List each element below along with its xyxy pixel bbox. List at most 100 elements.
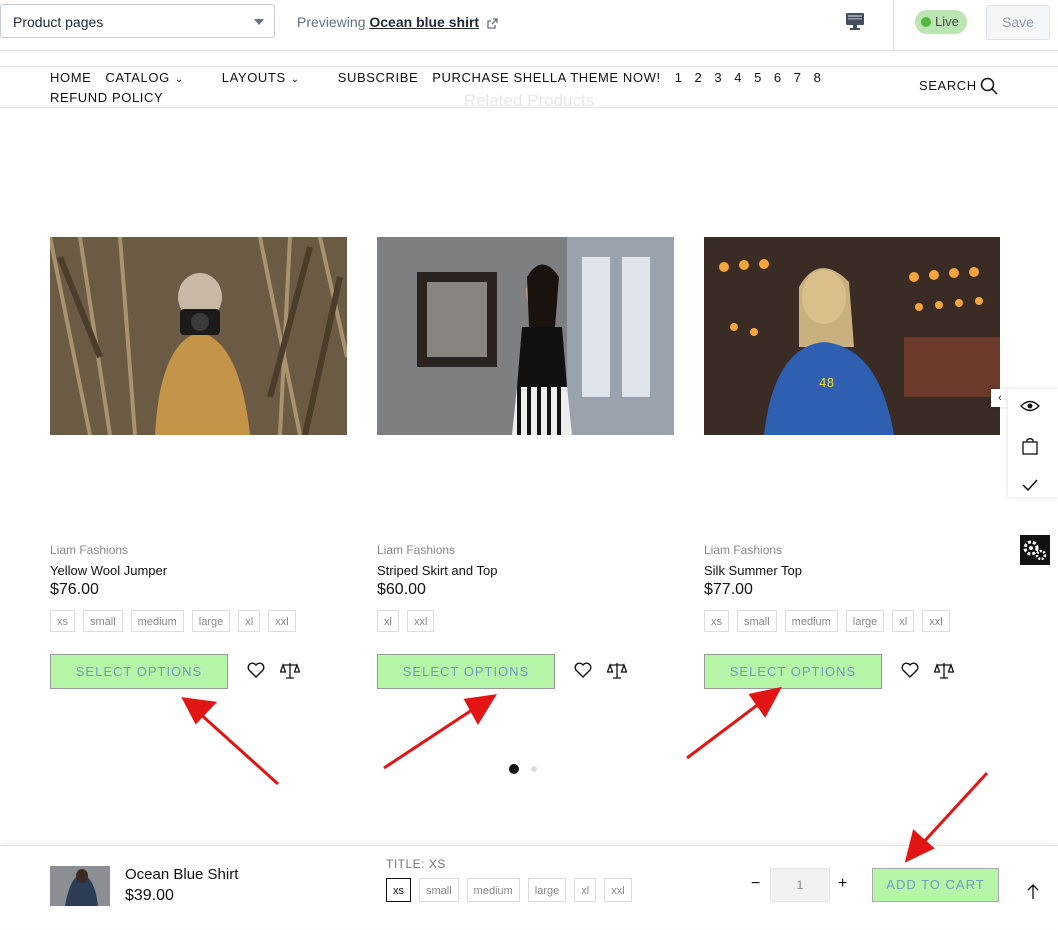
select-options-button[interactable]: SELECT OPTIONS <box>50 654 228 689</box>
size-option[interactable]: medium <box>784 610 838 632</box>
nav-item-catalog[interactable]: CATALOG ⌄ <box>105 70 197 85</box>
nav-item-8[interactable]: 8 <box>814 70 822 85</box>
check-icon[interactable] <box>1022 479 1038 491</box>
compare-icon[interactable] <box>934 662 954 679</box>
product-card: Liam Fashions Yellow Wool Jumper $76.00 … <box>50 237 347 689</box>
page-type-value: Product pages <box>13 14 104 30</box>
page-type-select[interactable]: Product pages <box>0 4 275 38</box>
size-option[interactable]: xl <box>377 610 399 632</box>
size-option[interactable]: small <box>83 610 123 632</box>
product-title[interactable]: Yellow Wool Jumper <box>50 563 167 578</box>
heart-icon[interactable] <box>574 662 592 678</box>
size-option[interactable]: xl <box>892 610 915 632</box>
side-toolbar <box>1008 389 1058 497</box>
nav-item-catalog-label: CATALOG <box>105 70 170 85</box>
nav-item-6[interactable]: 6 <box>774 70 782 85</box>
quantity-input[interactable]: 1 <box>770 868 830 902</box>
carousel-dot[interactable] <box>531 766 537 772</box>
chevron-down-icon: ⌄ <box>290 74 300 85</box>
save-button[interactable]: Save <box>986 5 1050 40</box>
product-photo-field <box>50 237 347 435</box>
nav-item-5[interactable]: 5 <box>754 70 762 85</box>
product-vendor: Liam Fashions <box>704 543 783 557</box>
product-image[interactable] <box>50 237 347 435</box>
arrow-up-icon[interactable] <box>1026 884 1040 900</box>
desktop-icon[interactable] <box>845 12 865 30</box>
product-title[interactable]: Striped Skirt and Top <box>377 563 497 578</box>
size-options: xl xxl <box>377 610 442 632</box>
live-dot-icon <box>921 17 931 27</box>
nav-item-layouts-label: LAYOUTS <box>221 70 286 85</box>
nav-item-refund-policy[interactable]: REFUND POLICY <box>50 90 163 105</box>
size-option[interactable]: xxl <box>406 610 435 632</box>
nav-item-subscribe[interactable]: SUBSCRIBE <box>338 70 419 85</box>
live-status-badge: Live <box>915 10 967 34</box>
product-photo-street <box>377 237 674 435</box>
size-option-selected[interactable]: xs <box>386 878 411 902</box>
nav-item-purchase[interactable]: PURCHASE SHELLA THEME NOW! <box>432 70 660 85</box>
nav-item-home[interactable]: HOME <box>50 70 91 85</box>
product-vendor: Liam Fashions <box>50 543 129 557</box>
chevron-down-icon <box>254 19 264 25</box>
size-option[interactable]: small <box>419 878 459 902</box>
quantity-increase-button[interactable]: + <box>838 875 847 893</box>
size-option[interactable]: large <box>191 610 231 632</box>
size-options: xs small medium large xl xxl <box>50 610 304 632</box>
bag-icon[interactable] <box>1022 437 1038 455</box>
size-option[interactable]: xs <box>50 610 75 632</box>
size-option[interactable]: xxl <box>922 610 950 632</box>
nav-item-layouts[interactable]: LAYOUTS ⌄ <box>222 70 314 85</box>
search-icon[interactable] <box>980 77 998 95</box>
sticky-size-options: xs small medium large xl xxl <box>386 878 640 902</box>
quantity-decrease-button[interactable]: − <box>751 875 760 893</box>
nav-item-1[interactable]: 1 <box>675 70 683 85</box>
size-option[interactable]: large <box>527 878 567 902</box>
eye-icon[interactable] <box>1020 399 1040 413</box>
size-option[interactable]: large <box>845 610 885 632</box>
nav-item-4[interactable]: 4 <box>734 70 742 85</box>
sticky-add-to-cart-bar: Ocean Blue Shirt $39.00 TITLE: XS xs sma… <box>0 845 1058 928</box>
nav-item-7[interactable]: 7 <box>794 70 802 85</box>
product-price: $60.00 <box>377 581 426 598</box>
theme-editor-topbar: Product pages Previewing Ocean blue shir… <box>0 0 1058 51</box>
compare-icon[interactable] <box>607 662 627 679</box>
preview-prefix: Previewing <box>297 14 366 30</box>
heart-icon[interactable] <box>247 662 265 678</box>
product-image[interactable] <box>377 237 674 435</box>
select-options-button[interactable]: SELECT OPTIONS <box>377 654 555 689</box>
size-option[interactable]: xs <box>704 610 729 632</box>
nav-item-3[interactable]: 3 <box>714 70 722 85</box>
preview-product-link[interactable]: Ocean blue shirt <box>369 14 479 30</box>
size-option[interactable]: xxl <box>268 610 296 632</box>
add-to-cart-button[interactable]: ADD TO CART <box>872 868 999 902</box>
topbar-divider <box>893 0 894 50</box>
svg-text:48: 48 <box>819 376 834 390</box>
product-photo-lights: 48 <box>704 237 1000 435</box>
external-link-icon[interactable] <box>487 18 498 29</box>
size-option[interactable]: medium <box>466 878 520 902</box>
nav-item-2[interactable]: 2 <box>695 70 703 85</box>
size-option[interactable]: xl <box>238 610 261 632</box>
size-option[interactable]: xxl <box>604 878 632 902</box>
search-label: SEARCH <box>919 78 977 93</box>
size-options: xs small medium large xl xxl <box>704 610 958 632</box>
select-options-button[interactable]: SELECT OPTIONS <box>704 654 882 689</box>
size-option[interactable]: small <box>737 610 777 632</box>
sticky-product-thumbnail <box>50 866 110 906</box>
product-image[interactable]: 48 <box>704 237 1000 435</box>
gears-icon[interactable] <box>1020 535 1050 565</box>
compare-icon[interactable] <box>280 662 300 679</box>
heart-icon[interactable] <box>901 662 919 678</box>
search-link[interactable]: SEARCH <box>919 77 998 95</box>
nav-menu: HOME CATALOG ⌄ LAYOUTS ⌄ SUBSCRIBE PURCHAS… <box>50 70 833 85</box>
product-price: $76.00 <box>50 581 99 598</box>
side-panel-toggle[interactable]: ‹ <box>991 389 1009 407</box>
product-card: Liam Fashions Striped Skirt and Top $60.… <box>377 237 674 689</box>
sticky-product-title: Ocean Blue Shirt <box>125 866 239 883</box>
size-option[interactable]: medium <box>130 610 184 632</box>
sticky-product-price: $39.00 <box>125 887 174 904</box>
product-title[interactable]: Silk Summer Top <box>704 563 802 578</box>
size-option[interactable]: xl <box>574 878 597 902</box>
carousel-dot-active[interactable] <box>509 764 519 774</box>
chevron-left-icon: ‹ <box>998 392 1002 404</box>
